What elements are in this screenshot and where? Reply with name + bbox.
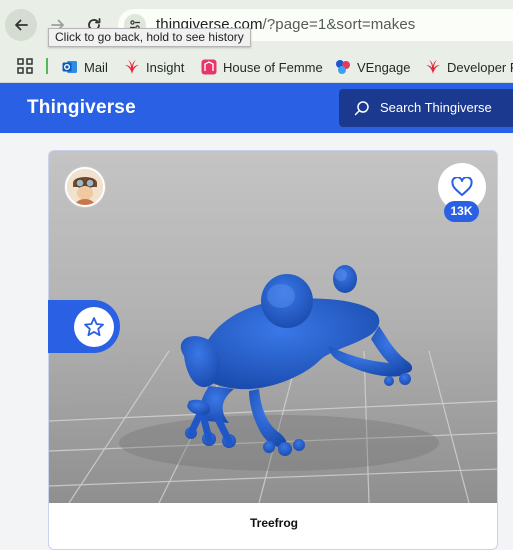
thing-title[interactable]: Treefrog <box>49 516 497 530</box>
vengage-icon <box>336 60 350 74</box>
thingiverse-logo[interactable]: Thingiverse <box>27 97 136 119</box>
outlook-icon <box>62 61 77 73</box>
site-header: Thingiverse Search Thingiverse <box>0 83 513 133</box>
creator-avatar[interactable] <box>65 167 105 207</box>
bookmarks-bar: Mail Insight House of Femme VEngage Deve… <box>0 50 513 83</box>
creator-avatar-icon <box>67 169 103 205</box>
arrow-left-icon <box>15 19 28 31</box>
url-path: /?page=1&sort=makes <box>262 16 416 33</box>
bookmark-developer[interactable]: Developer P <box>425 57 513 77</box>
bookmarks-separator <box>46 58 48 74</box>
bookmark-vengage[interactable]: VEngage <box>335 57 411 77</box>
star-icon <box>84 317 104 337</box>
bookmark-label: Mail <box>84 59 108 75</box>
developer-icon <box>426 60 440 74</box>
back-button[interactable] <box>5 9 37 41</box>
like-count-badge: 13K <box>444 201 479 222</box>
bookmark-label: Developer P <box>447 59 513 75</box>
search-placeholder: Search Thingiverse <box>380 100 492 115</box>
bookmark-insight[interactable]: Insight <box>124 57 184 77</box>
heart-icon <box>451 177 473 196</box>
insight-icon <box>125 60 139 74</box>
collect-button[interactable] <box>74 307 114 347</box>
bookmark-house-of-femme[interactable]: House of Femme <box>201 57 323 77</box>
search-icon <box>354 101 369 116</box>
bookmark-label: VEngage <box>357 59 411 75</box>
apps-grid-icon[interactable] <box>17 58 33 74</box>
bookmark-mail[interactable]: Mail <box>62 57 108 77</box>
search-button[interactable]: Search Thingiverse <box>339 89 513 127</box>
thing-card[interactable]: Treefrog <box>48 150 498 550</box>
house-of-femme-icon <box>201 59 217 75</box>
back-button-tooltip: Click to go back, hold to see history <box>48 28 251 47</box>
bookmark-label: Insight <box>146 59 185 75</box>
bookmark-label: House of Femme <box>223 59 323 75</box>
